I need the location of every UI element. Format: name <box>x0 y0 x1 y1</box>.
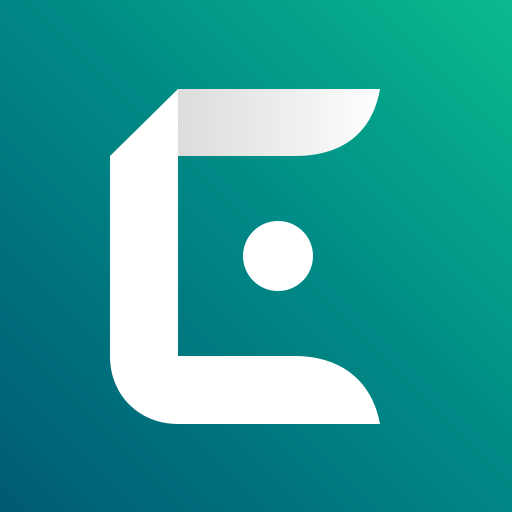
app-icon <box>0 0 512 512</box>
app-logo-icon <box>0 0 512 512</box>
logo-dot <box>243 221 313 291</box>
